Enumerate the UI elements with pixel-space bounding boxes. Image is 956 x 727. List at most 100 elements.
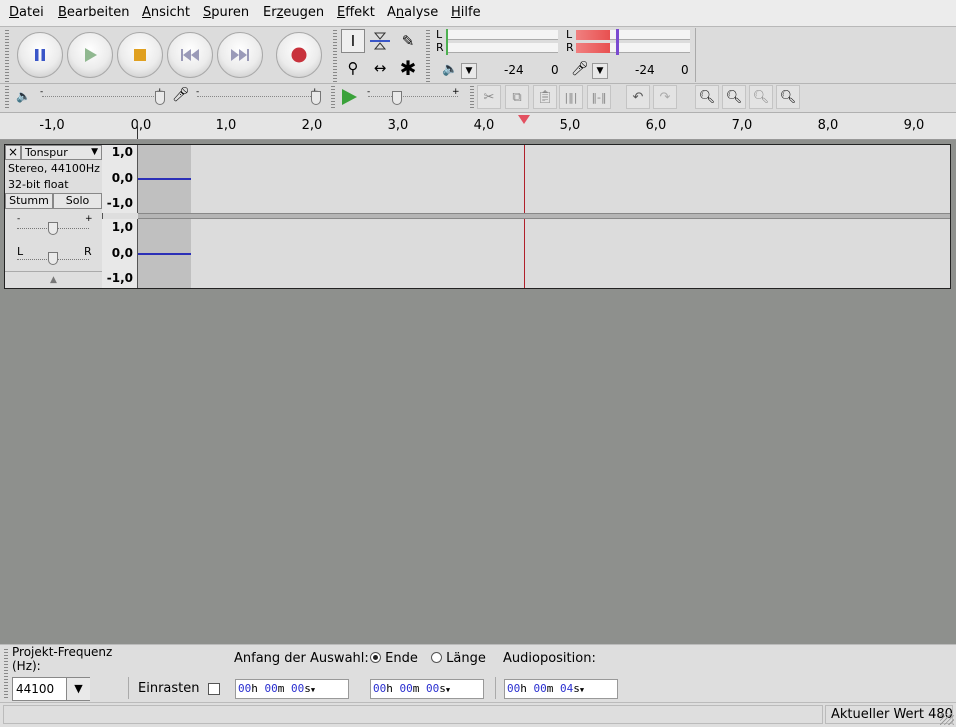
ruler-label: -1,0	[106, 271, 133, 285]
menu-accelerator: S	[203, 5, 212, 20]
audio-track[interactable]: × Tonspur ▼ Stereo, 44100Hz 32-bit float…	[4, 144, 951, 289]
length-radio[interactable]: Länge	[431, 651, 486, 666]
menu-bearbeiten[interactable]: Bearbeiten	[58, 5, 129, 20]
redo-button[interactable]: ↷	[653, 85, 677, 109]
divider	[495, 677, 496, 699]
undo-icon: ↶	[632, 89, 644, 105]
vertical-ruler[interactable]: 1,0 0,0 -1,0	[102, 145, 138, 213]
play-at-speed-button[interactable]	[340, 88, 358, 110]
meter-grip[interactable]	[426, 30, 430, 82]
paste-button[interactable]: 📋︎	[533, 85, 557, 109]
chevron-down-icon[interactable]: ▼	[66, 678, 90, 700]
playback-volume-thumb[interactable]	[155, 91, 165, 105]
menu-spuren[interactable]: Spuren	[203, 5, 249, 20]
resize-grip-icon[interactable]	[940, 713, 954, 725]
timeshift-tool[interactable]: ↔	[368, 56, 392, 80]
skip-end-button[interactable]	[217, 32, 263, 78]
playback-volume-slider[interactable]	[42, 96, 164, 97]
snap-label: Einrasten	[138, 681, 200, 696]
undo-button[interactable]: ↶	[626, 85, 650, 109]
ruler-label: 0,0	[111, 171, 133, 185]
envelope-tool[interactable]	[368, 29, 392, 53]
fit-project-button[interactable]: 🔍︎	[776, 85, 800, 109]
audio-position-label: Audioposition:	[503, 651, 596, 666]
play-button[interactable]	[67, 32, 113, 78]
project-rate-combo[interactable]: 44100 ▼	[12, 677, 90, 701]
draw-tool[interactable]: ✎	[396, 29, 420, 53]
menu-datei[interactable]: Datei	[9, 5, 44, 20]
play-position-marker[interactable]	[518, 113, 530, 128]
waveform-channel-right[interactable]	[138, 219, 950, 288]
pan-thumb[interactable]	[48, 252, 58, 265]
selection-grip[interactable]	[4, 649, 8, 699]
toolbar-area: Ι ✎ ⚲ ↔ ✱ L R L R 🔈 ▼ -24 0 🎤︎ ▼ -24 0 🔈…	[0, 27, 956, 113]
fit-selection-button[interactable]: 🔍︎	[749, 85, 773, 109]
trim-button[interactable]: |‖|	[559, 85, 583, 109]
pause-button[interactable]	[17, 32, 63, 78]
cut-button[interactable]: ✂	[477, 85, 501, 109]
zoom-out-button[interactable]: 🔍︎	[722, 85, 746, 109]
stop-button[interactable]	[117, 32, 163, 78]
mixer-grip[interactable]	[5, 86, 9, 110]
playback-meter-right[interactable]	[446, 43, 558, 53]
timeline-label: 0,0	[130, 118, 152, 133]
zoom-out-icon: 🔍︎	[725, 89, 743, 105]
copy-icon: ⧉	[512, 89, 522, 105]
solo-button[interactable]: Solo	[53, 193, 102, 209]
selection-tool[interactable]: Ι	[341, 29, 365, 53]
menu-analyse[interactable]: Analyse	[387, 5, 438, 20]
track-name-menu[interactable]: Tonspur ▼	[21, 145, 102, 160]
collapse-track-button[interactable]: ▲	[5, 271, 102, 289]
zoom-in-button[interactable]: 🔍︎	[695, 85, 719, 109]
edit-grip[interactable]	[470, 86, 474, 110]
menu-effekt[interactable]: Effekt	[337, 5, 375, 20]
timeline-ruler[interactable]: -1,0 0,0 1,0 2,0 3,0 4,0 5,0 6,0 7,0 8,0…	[0, 113, 956, 140]
selection-end-time[interactable]: 00h 00m 00s▼	[370, 679, 484, 699]
timeline-label: 8,0	[817, 118, 839, 133]
chevron-down-icon[interactable]: ▼	[311, 686, 315, 694]
record-volume-thumb[interactable]	[311, 91, 321, 105]
playback-meter-left[interactable]	[446, 30, 558, 40]
end-radio[interactable]: Ende	[370, 651, 418, 666]
snap-checkbox[interactable]	[208, 683, 220, 695]
play-speed-slider[interactable]	[368, 96, 458, 97]
vertical-ruler[interactable]: 1,0 0,0 -1,0	[102, 219, 138, 288]
selection-start-time[interactable]: 00h 00m 00s▼	[235, 679, 349, 699]
timeline-label: -1,0	[39, 118, 65, 133]
skip-start-button[interactable]	[167, 32, 213, 78]
audio-position-time[interactable]: 00h 00m 04s▼	[504, 679, 618, 699]
play-speed-thumb[interactable]	[392, 91, 402, 105]
multi-tool[interactable]: ✱	[396, 56, 420, 80]
mute-button[interactable]: Stumm	[5, 193, 53, 209]
transcription-grip[interactable]	[331, 86, 335, 110]
tools-grip[interactable]	[333, 30, 337, 82]
toolbar-grip[interactable]	[5, 30, 9, 82]
gain-thumb[interactable]	[48, 222, 58, 235]
selection-start-label: Anfang der Auswahl:	[234, 651, 369, 666]
chevron-down-icon[interactable]: ▼	[446, 686, 450, 694]
zoom-tool[interactable]: ⚲	[341, 56, 365, 80]
playback-meter-dropdown[interactable]: ▼	[461, 63, 477, 79]
waveform-channel-left[interactable]	[138, 145, 950, 213]
track-close-button[interactable]: ×	[5, 145, 21, 160]
menu-accelerator: A	[142, 5, 151, 20]
record-level-right	[576, 43, 610, 53]
slider-min-label: -	[40, 87, 44, 97]
menu-hilfe[interactable]: Hilfe	[451, 5, 481, 20]
silence-button[interactable]: ‖-‖	[587, 85, 611, 109]
record-icon	[291, 47, 307, 63]
time-minutes: 00	[399, 682, 413, 695]
menu-ansicht[interactable]: Ansicht	[142, 5, 190, 20]
paste-icon: 📋︎	[536, 89, 554, 105]
menu-erzeugen[interactable]: Erzeugen	[263, 5, 324, 20]
pan-left-label: L	[17, 245, 24, 258]
meter-scale-label: 0	[681, 63, 689, 77]
copy-button[interactable]: ⧉	[505, 85, 529, 109]
menu-bar: Datei Bearbeiten Ansicht Spuren Erzeugen…	[0, 0, 956, 27]
record-meter-dropdown[interactable]: ▼	[592, 63, 608, 79]
chevron-down-icon[interactable]: ▼	[580, 686, 584, 694]
waveform-line	[138, 253, 191, 255]
record-volume-slider[interactable]	[197, 96, 319, 97]
project-rate-value: 44100	[16, 682, 55, 696]
record-button[interactable]	[276, 32, 322, 78]
